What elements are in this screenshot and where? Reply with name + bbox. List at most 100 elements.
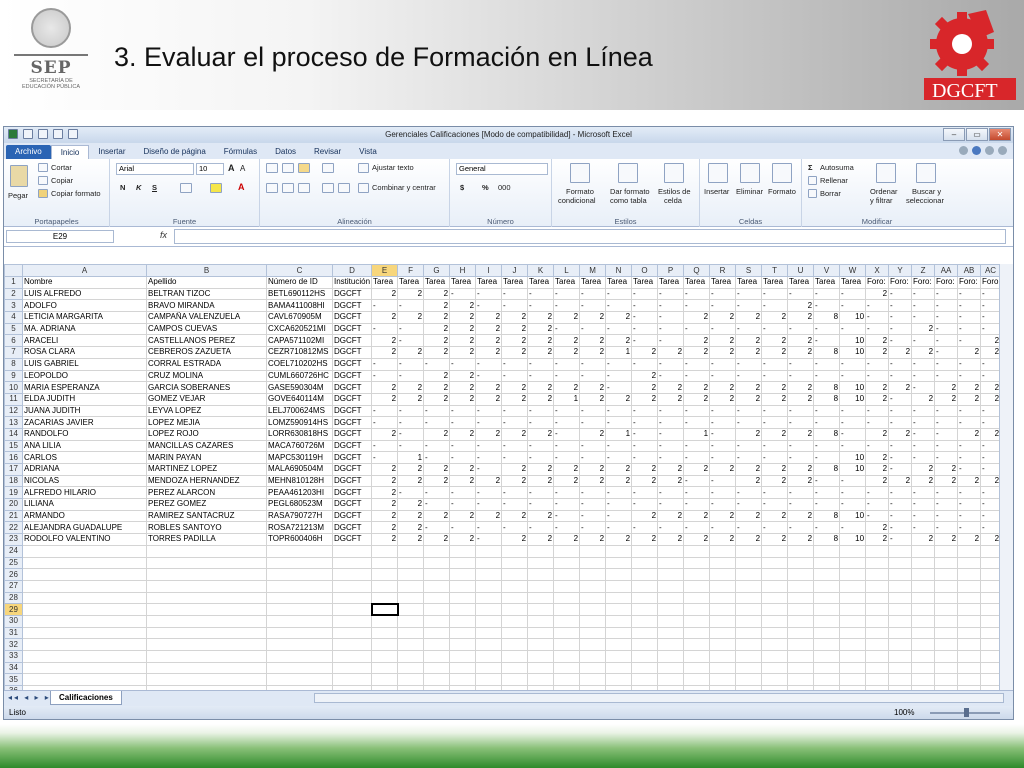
- font-size-select[interactable]: 10: [196, 163, 224, 175]
- conditional-format-label1[interactable]: Formato: [566, 187, 594, 196]
- cell[interactable]: [22, 591, 147, 605]
- cell[interactable]: [735, 579, 763, 593]
- cell[interactable]: [501, 626, 529, 640]
- cell[interactable]: [657, 638, 685, 651]
- cell[interactable]: [605, 673, 633, 687]
- cell[interactable]: [657, 568, 685, 581]
- cell[interactable]: [839, 661, 867, 675]
- cell[interactable]: [813, 661, 841, 675]
- orientation-icon[interactable]: [322, 163, 334, 173]
- cell[interactable]: [957, 603, 982, 616]
- cell[interactable]: -: [934, 346, 959, 359]
- cell[interactable]: 10: [839, 311, 867, 324]
- cell[interactable]: [888, 638, 913, 651]
- cell[interactable]: -: [371, 369, 399, 383]
- cell[interactable]: [146, 673, 267, 687]
- cell[interactable]: [605, 638, 633, 651]
- cell[interactable]: [787, 591, 815, 605]
- cell[interactable]: [266, 568, 333, 581]
- cell[interactable]: [980, 661, 1002, 675]
- cell[interactable]: 2: [683, 311, 711, 324]
- cell[interactable]: -: [980, 521, 1002, 535]
- cell[interactable]: -: [980, 463, 1002, 476]
- cell[interactable]: -: [475, 287, 503, 301]
- cell[interactable]: 2: [371, 381, 399, 394]
- cell[interactable]: [911, 556, 936, 570]
- cell[interactable]: LEOPOLDO: [22, 369, 147, 383]
- cell[interactable]: [839, 568, 867, 581]
- cell[interactable]: -: [839, 498, 867, 511]
- cell[interactable]: -: [475, 439, 503, 453]
- cell[interactable]: DGCFT: [331, 521, 373, 535]
- borders-icon[interactable]: [180, 183, 192, 193]
- cell[interactable]: [865, 638, 890, 651]
- cell[interactable]: -: [911, 334, 936, 348]
- cell[interactable]: 2: [787, 463, 815, 476]
- cell[interactable]: 2: [631, 369, 659, 383]
- cell[interactable]: -: [605, 439, 633, 453]
- cell[interactable]: MARIA ESPERANZA: [22, 381, 147, 394]
- cell[interactable]: ROSA721213M: [266, 521, 333, 535]
- cell[interactable]: -: [397, 486, 425, 500]
- cell[interactable]: 2: [501, 463, 529, 476]
- cell[interactable]: [146, 568, 267, 581]
- cell[interactable]: Tarea: [501, 276, 529, 289]
- cell[interactable]: [980, 568, 1002, 581]
- cell[interactable]: -: [683, 474, 711, 488]
- cell[interactable]: Nombre: [22, 276, 147, 289]
- cell[interactable]: 2: [657, 509, 685, 523]
- cell[interactable]: 2: [631, 346, 659, 359]
- cell[interactable]: -: [934, 369, 959, 383]
- cell[interactable]: -: [501, 486, 529, 500]
- cell[interactable]: 2: [423, 381, 451, 394]
- cell[interactable]: -: [980, 451, 1002, 464]
- cell[interactable]: -: [709, 521, 737, 535]
- cell[interactable]: [331, 544, 373, 558]
- row-header[interactable]: 15: [4, 439, 23, 453]
- cell[interactable]: [553, 603, 581, 616]
- cell[interactable]: -: [934, 334, 959, 348]
- cell[interactable]: 2: [397, 474, 425, 488]
- cell[interactable]: 10: [839, 463, 867, 476]
- cell[interactable]: MARTINEZ LOPEZ: [146, 463, 267, 476]
- cell[interactable]: [475, 591, 503, 605]
- increase-indent-icon[interactable]: [338, 183, 350, 193]
- insert-cells-button[interactable]: Insertar: [704, 187, 729, 196]
- cell[interactable]: [527, 638, 555, 651]
- cell[interactable]: -: [449, 287, 477, 301]
- cell[interactable]: 2: [888, 427, 913, 441]
- cell[interactable]: [146, 579, 267, 593]
- cell[interactable]: Tarea: [839, 276, 867, 289]
- cell[interactable]: [266, 544, 333, 558]
- cell[interactable]: 2: [631, 474, 659, 488]
- cell[interactable]: -: [980, 416, 1002, 429]
- cell[interactable]: [397, 556, 425, 570]
- align-left-icon[interactable]: [266, 183, 278, 193]
- cell[interactable]: MENDOZA HERNANDEZ: [146, 474, 267, 488]
- cell[interactable]: -: [980, 509, 1002, 523]
- cell[interactable]: 2: [631, 509, 659, 523]
- row-header[interactable]: 8: [4, 357, 23, 371]
- cell[interactable]: -: [709, 404, 737, 418]
- cell[interactable]: -: [911, 357, 936, 371]
- underline-button[interactable]: S: [152, 183, 157, 192]
- cell[interactable]: [579, 544, 607, 558]
- cell[interactable]: LOPEZ MEJIA: [146, 416, 267, 429]
- cell[interactable]: 2: [709, 392, 737, 406]
- cell[interactable]: 2: [501, 334, 529, 348]
- cell[interactable]: [331, 626, 373, 640]
- cell[interactable]: [331, 568, 373, 581]
- cell[interactable]: -: [657, 486, 685, 500]
- cell[interactable]: -: [888, 533, 913, 546]
- cell[interactable]: -: [888, 392, 913, 406]
- cell[interactable]: -: [501, 416, 529, 429]
- cell[interactable]: -: [657, 334, 685, 348]
- cell[interactable]: 2: [475, 311, 503, 324]
- cell[interactable]: RANDOLFO: [22, 427, 147, 441]
- fill-button[interactable]: Rellenar: [820, 176, 848, 185]
- cell[interactable]: -: [579, 404, 607, 418]
- cell[interactable]: [683, 591, 711, 605]
- cell[interactable]: -: [683, 322, 711, 336]
- cell[interactable]: -: [911, 404, 936, 418]
- cell[interactable]: 2: [683, 392, 711, 406]
